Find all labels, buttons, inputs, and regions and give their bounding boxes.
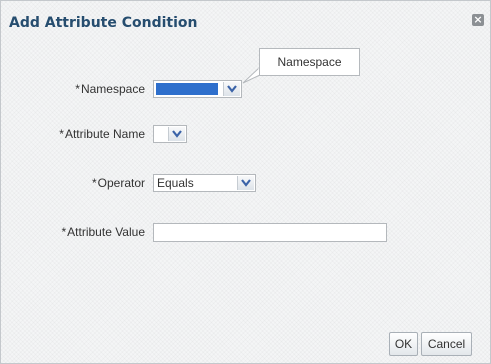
chevron-down-icon[interactable]	[168, 127, 185, 141]
attribute-value-label-text: Attribute Value	[67, 225, 145, 239]
operator-label: *Operator	[41, 176, 145, 190]
attribute-value-input[interactable]	[153, 223, 387, 242]
attribute-name-select[interactable]	[153, 125, 187, 143]
namespace-select[interactable]	[153, 80, 242, 98]
operator-label-text: Operator	[97, 176, 145, 190]
cancel-button[interactable]: Cancel	[421, 332, 472, 356]
required-marker: *	[75, 82, 80, 96]
ok-button[interactable]: OK	[389, 332, 418, 356]
namespace-label-text: Namespace	[80, 82, 145, 96]
attribute-name-label: *Attribute Name	[11, 127, 145, 141]
required-marker: *	[59, 127, 64, 141]
namespace-label: *Namespace	[41, 82, 145, 96]
namespace-tooltip: Namespace	[259, 48, 360, 76]
attribute-value-label: *Attribute Value	[11, 225, 146, 239]
chevron-down-icon[interactable]	[237, 176, 254, 190]
close-icon[interactable]: ×	[472, 14, 484, 26]
dialog-title: Add Attribute Condition	[9, 15, 198, 31]
add-attribute-condition-dialog: Add Attribute Condition × *Namespace Nam…	[0, 0, 491, 364]
required-marker: *	[61, 225, 67, 239]
chevron-down-icon[interactable]	[223, 82, 240, 96]
required-marker: *	[91, 176, 97, 190]
operator-value: Equals	[157, 176, 194, 190]
attribute-name-label-text: Attribute Name	[64, 127, 145, 141]
namespace-selected-highlight	[156, 83, 218, 95]
operator-select[interactable]: Equals	[153, 174, 256, 192]
tooltip-pointer	[242, 67, 261, 84]
